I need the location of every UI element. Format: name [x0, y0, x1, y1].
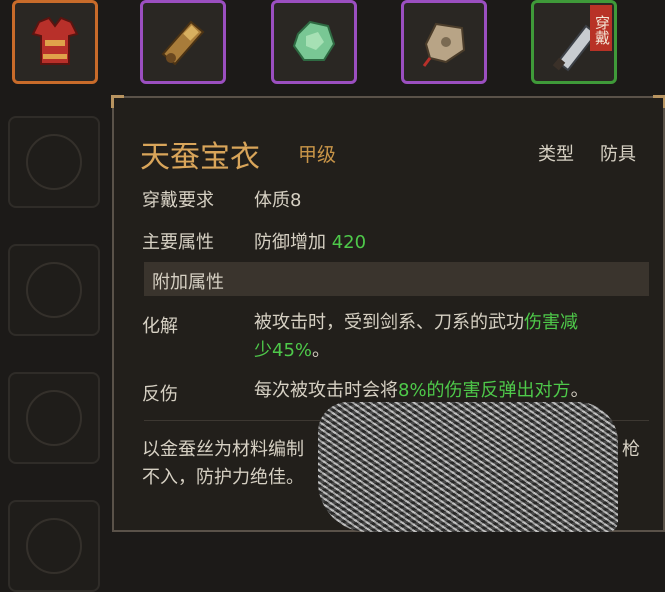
slot-scroll[interactable]	[140, 0, 226, 84]
scroll-icon	[161, 20, 205, 66]
main-attr-text: 防御增加 420	[254, 228, 366, 254]
type-label: 类型	[538, 144, 574, 165]
slot-armor[interactable]	[12, 0, 98, 84]
trait-desc-line: 少45%。	[254, 337, 330, 365]
pouch-icon	[422, 22, 466, 67]
empty-slot[interactable]	[8, 372, 100, 464]
slot-jade[interactable]	[271, 0, 357, 84]
empty-slot-ring	[26, 262, 82, 318]
slot-blade[interactable]: 穿戴	[531, 0, 617, 84]
trait-desc-highlight: 8%的伤害反弹出对方	[398, 380, 571, 401]
item-description-line: 以金蚕丝为材料编制	[142, 439, 304, 460]
item-grade: 甲级	[298, 144, 337, 166]
slot-pouch[interactable]	[401, 0, 487, 84]
empty-slot[interactable]	[8, 116, 100, 208]
item-name: 天蚕宝衣	[140, 140, 260, 175]
trait-desc-text: 。	[570, 380, 589, 401]
trait-desc-text: 。	[312, 340, 331, 361]
trait-desc-highlight: 少45%	[254, 340, 313, 361]
trait-desc-text: 被攻击时，受到剑系、刀系的武功	[254, 312, 524, 333]
jade-icon	[292, 20, 336, 61]
main-attr-value: 420	[331, 232, 367, 253]
trait-name: 反伤	[142, 384, 178, 405]
corner-ornament	[653, 95, 665, 108]
item-description-tail: 枪	[622, 439, 640, 460]
empty-slot[interactable]	[8, 244, 100, 336]
empty-slot-ring	[26, 134, 82, 190]
item-description-line: 不入，防护力绝佳。	[142, 467, 304, 488]
type-value: 防具	[600, 144, 636, 165]
armor-icon	[31, 16, 79, 65]
requirement-value: 体质8	[254, 190, 302, 211]
trait-desc-highlight: 伤害减	[524, 312, 578, 333]
main-attr-desc: 防御增加	[254, 232, 326, 253]
trait-desc-text: 每次被攻击时会将	[254, 380, 398, 401]
requirement-label: 穿戴要求	[142, 190, 214, 211]
empty-slot-ring	[26, 518, 82, 574]
equipped-badge: 穿戴	[590, 5, 612, 51]
empty-slot[interactable]	[8, 500, 100, 592]
extra-attr-header: 附加属性	[152, 272, 224, 293]
equipment-row: 穿戴	[0, 0, 665, 92]
empty-slot-ring	[26, 390, 82, 446]
trait-desc-line: 被攻击时，受到剑系、刀系的武功伤害减	[254, 309, 578, 337]
corner-ornament	[111, 95, 124, 108]
main-attr-label: 主要属性	[142, 232, 214, 253]
trait-name: 化解	[142, 316, 178, 337]
trait-desc-line: 每次被攻击时会将8%的伤害反弹出对方。	[254, 377, 589, 405]
obscured-region	[318, 402, 618, 532]
